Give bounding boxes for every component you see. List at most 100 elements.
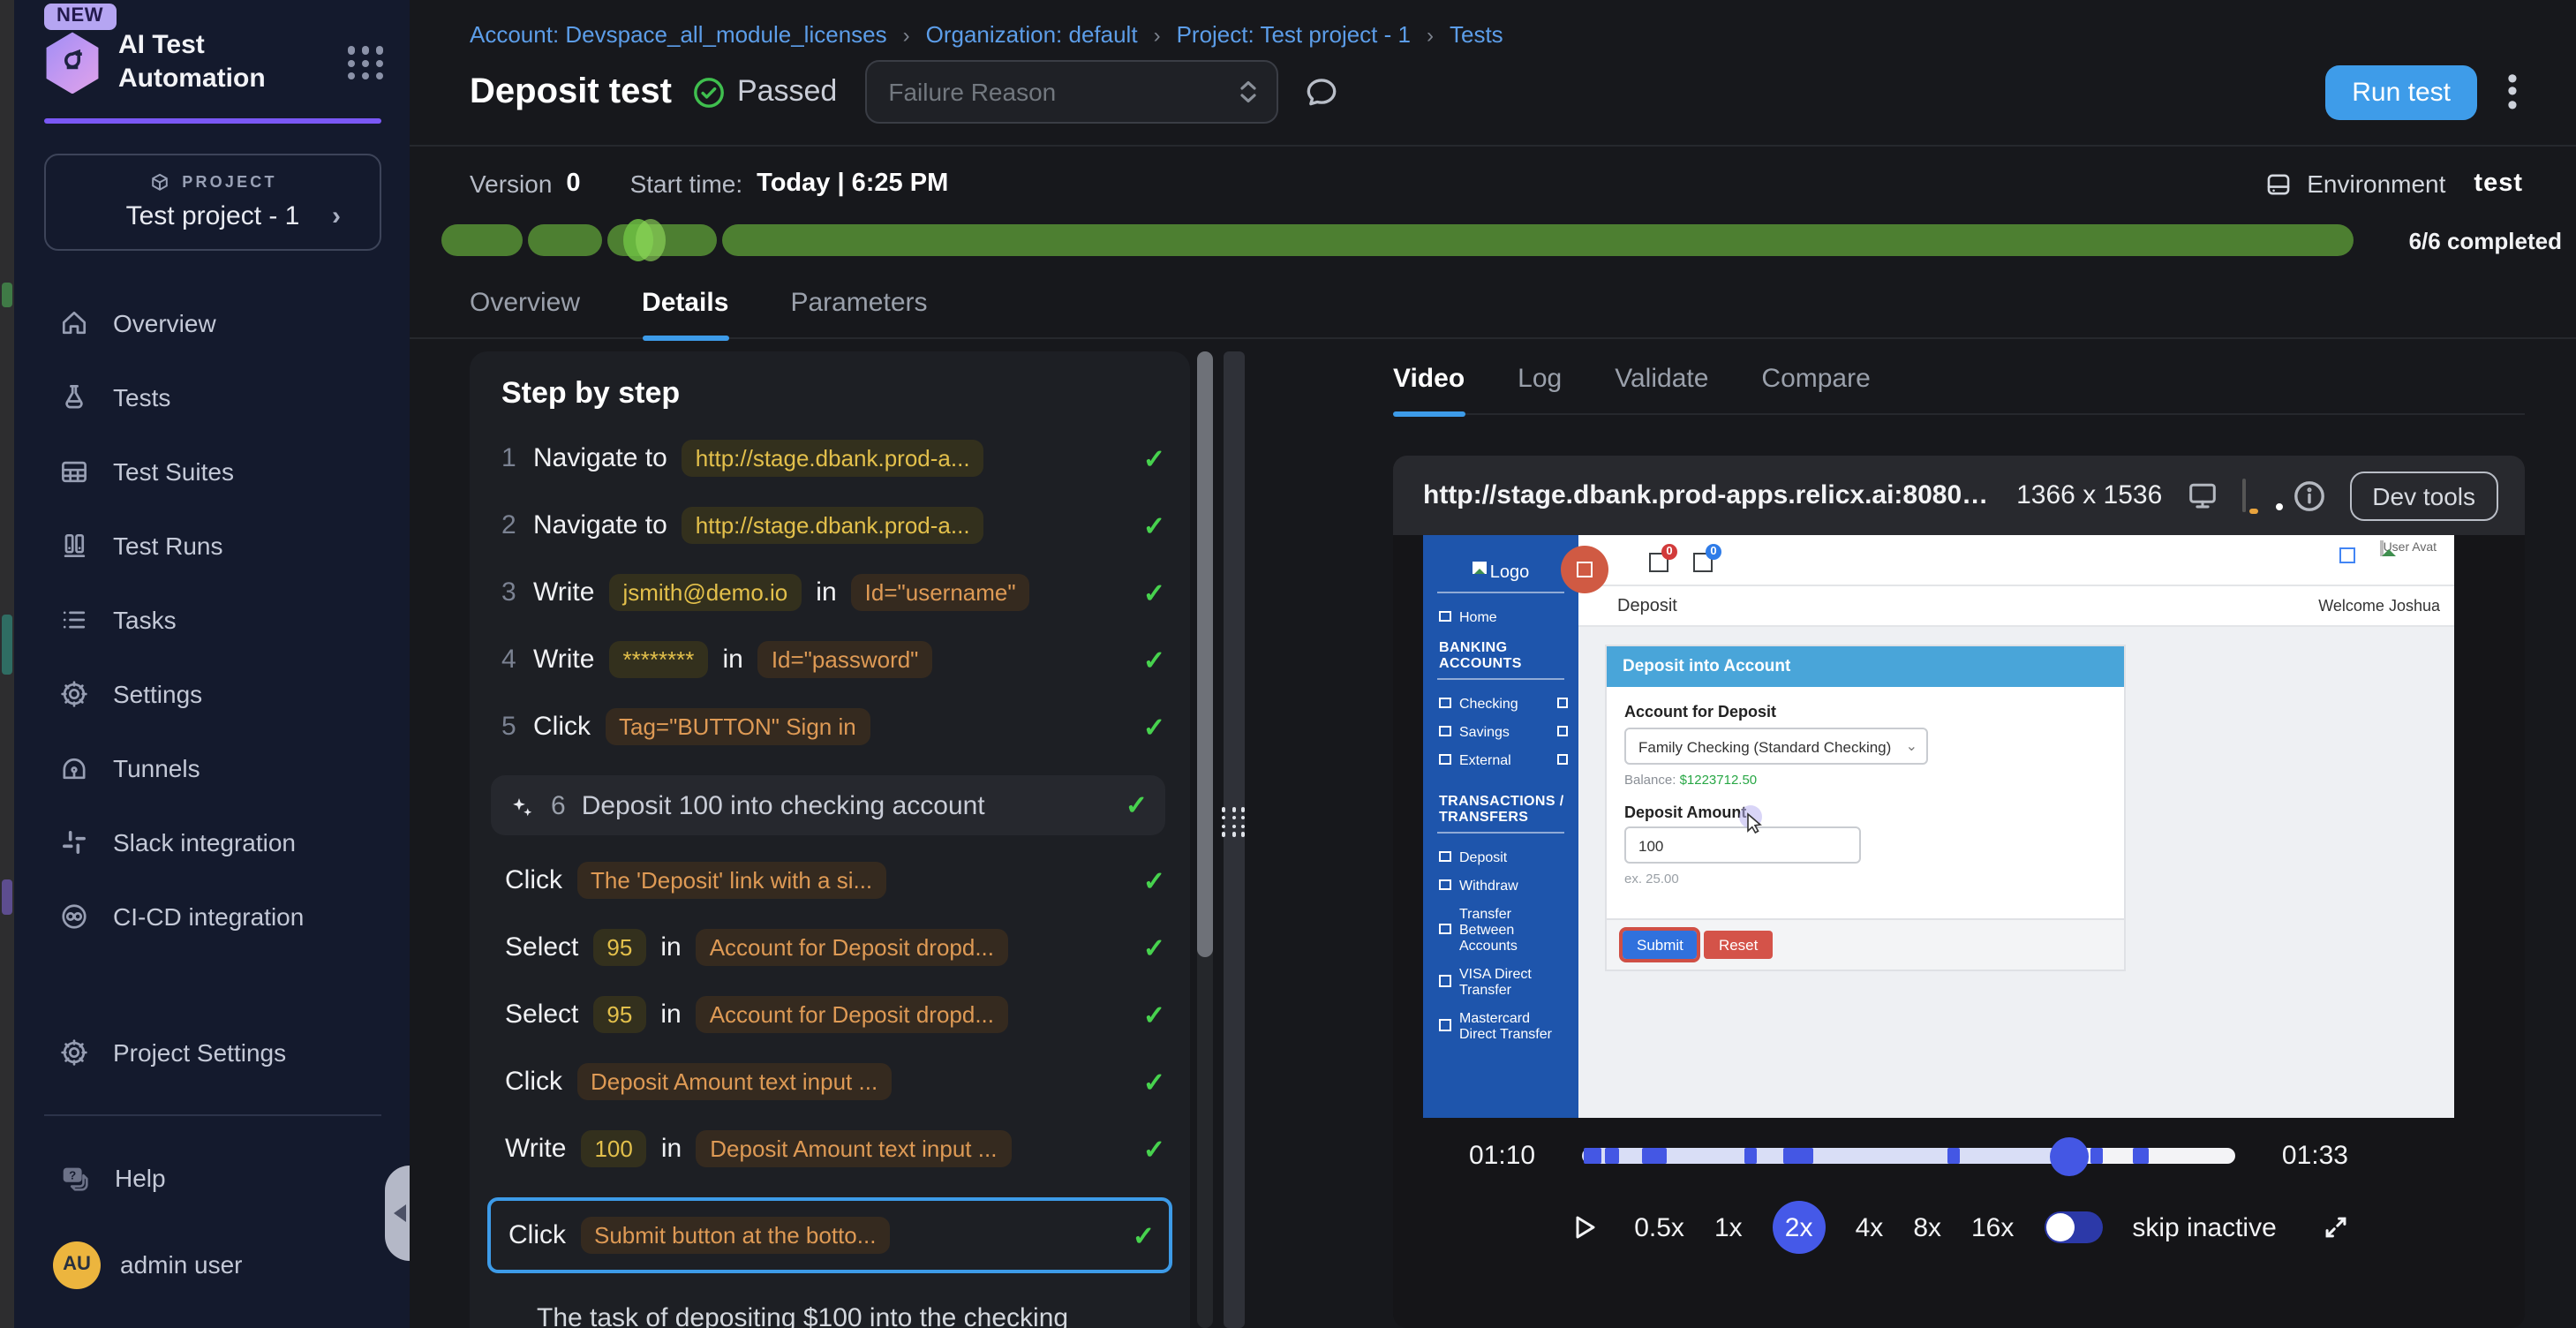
timeline-activity-marker[interactable] (1641, 1148, 1667, 1164)
timeline-activity-marker[interactable] (1744, 1148, 1758, 1164)
check-icon: ✓ (1143, 509, 1165, 541)
step-row-3[interactable]: 3 Write jsmith@demo.io in Id="username" … (501, 574, 1165, 611)
speed-16x[interactable]: 16x (1971, 1212, 2014, 1242)
step-progress-bar[interactable] (441, 224, 2354, 256)
timeline-activity-marker[interactable] (1947, 1148, 1961, 1164)
sidebar-item-test-runs[interactable]: Test Runs (14, 508, 410, 582)
project-selector[interactable]: PROJECT Test project - 1 › (44, 153, 381, 250)
sidebar-item-label: CI-CD integration (113, 902, 304, 930)
run-meta-row: Version 0 Start time: Today | 6:25 PM En… (410, 147, 2576, 221)
skip-inactive-toggle[interactable] (2044, 1211, 2102, 1243)
sidebar-item-cicd-integration[interactable]: CI-CD integration (14, 879, 410, 953)
tab-log[interactable]: Log (1518, 364, 1562, 413)
tab-compare[interactable]: Compare (1761, 364, 1870, 413)
speed-4x[interactable]: 4x (1856, 1212, 1884, 1242)
bank-nav-transfer: Transfer Between Accounts (1423, 899, 1578, 959)
play-icon[interactable] (1565, 1210, 1601, 1245)
timeline-activity-marker[interactable] (2133, 1148, 2150, 1164)
sidebar-collapse-handle[interactable] (385, 1166, 410, 1261)
main-tabs: Overview Details Parameters (410, 256, 2576, 339)
run-test-button[interactable]: Run test (2325, 64, 2477, 119)
failure-reason-select[interactable]: Failure Reason (865, 60, 1278, 124)
substep-row-3[interactable]: Select 95 in Account for Deposit dropd..… (505, 996, 1165, 1033)
app-video-frame[interactable]: Logo Home BANKING ACCOUNTS Checking Savi… (1423, 535, 2454, 1118)
speed-2x[interactable]: 2x (1773, 1201, 1826, 1254)
substep-row-2[interactable]: Select 95 in Account for Deposit dropd..… (505, 929, 1165, 966)
tab-details[interactable]: Details (642, 288, 728, 337)
step-group-header[interactable]: 6 Deposit 100 into checking account ✓ (491, 775, 1165, 835)
breadcrumb: Account: Devspace_all_module_licenses› O… (470, 21, 2523, 48)
substep-row-6[interactable]: Click Submit button at the botto... ✓ (508, 1217, 1155, 1254)
timeline-activity-marker[interactable] (1783, 1148, 1813, 1164)
bank-user-avatar-broken: User Avat (2380, 540, 2437, 556)
app-logo-icon (44, 33, 101, 94)
tab-video[interactable]: Video (1393, 364, 1465, 413)
scrollbar-thumb[interactable] (1197, 351, 1213, 957)
video-stage: Logo Home BANKING ACCOUNTS Checking Savi… (1393, 535, 2525, 1328)
columns-icon (58, 529, 90, 561)
steps-heading: Step by step (501, 376, 1165, 411)
sidebar-item-label: Project Settings (113, 1038, 286, 1067)
gear-icon (58, 677, 90, 709)
kebab-menu-icon[interactable]: ••• (2502, 72, 2523, 112)
bank-section-header: BANKING ACCOUNTS (1423, 630, 1578, 675)
comment-icon[interactable] (1303, 73, 1340, 110)
progress-segment[interactable] (441, 224, 523, 256)
timeline-activity-marker[interactable] (1605, 1148, 1619, 1164)
step-target-chip: Id="password" (757, 641, 933, 678)
sidebar-item-tests[interactable]: Tests (14, 359, 410, 434)
tab-overview[interactable]: Overview (470, 288, 580, 337)
steps-scrollbar[interactable] (1197, 351, 1213, 1328)
progress-segment[interactable] (607, 224, 717, 256)
sidebar-item-project-settings[interactable]: Project Settings (14, 1015, 410, 1090)
breadcrumb-tests[interactable]: Tests (1450, 21, 1503, 48)
breadcrumb-account[interactable]: Account: Devspace_all_module_licenses (470, 21, 887, 48)
bank-nav-withdraw: Withdraw (1423, 871, 1578, 899)
sidebar-item-tasks[interactable]: Tasks (14, 582, 410, 656)
progress-segment[interactable] (528, 224, 602, 256)
step-by-step-panel: Step by step 1 Navigate to http://stage.… (470, 351, 1190, 1328)
timeline-track[interactable] (1581, 1148, 2236, 1164)
bank-card-title: Deposit into Account (1607, 646, 2124, 687)
step-row-1[interactable]: 1 Navigate to http://stage.dbank.prod-a.… (501, 440, 1165, 477)
tab-validate[interactable]: Validate (1615, 364, 1708, 413)
playhead[interactable] (2050, 1136, 2089, 1175)
breadcrumb-project[interactable]: Project: Test project - 1 (1177, 21, 1411, 48)
sidebar-item-help[interactable]: ? Help (14, 1141, 410, 1215)
substep-row-1[interactable]: Click The 'Deposit' link with a si... ✓ (505, 862, 1165, 899)
timeline-activity-marker[interactable] (2090, 1148, 2103, 1164)
panel-resize-handle[interactable] (1224, 351, 1245, 1328)
sidebar-item-settings[interactable]: Settings (14, 656, 410, 730)
info-icon[interactable] (2291, 478, 2326, 513)
tab-parameters[interactable]: Parameters (790, 288, 927, 337)
sidebar-item-overview[interactable]: Overview (14, 285, 410, 359)
step-row-5[interactable]: 5 Click Tag="BUTTON" Sign in ✓ (501, 708, 1165, 745)
cube-icon (148, 170, 171, 193)
tunnel-icon (58, 751, 90, 783)
record-indicator (1561, 546, 1608, 593)
sidebar-item-label: Help (115, 1164, 166, 1192)
version-label: Version (470, 170, 552, 198)
timeline-activity-marker[interactable] (1585, 1148, 1601, 1164)
speed-0-5x[interactable]: 0.5x (1634, 1212, 1684, 1242)
sidebar-item-slack-integration[interactable]: Slack integration (14, 804, 410, 879)
step-target-chip: Account for Deposit dropd... (696, 996, 1008, 1033)
sidebar-item-tunnels[interactable]: Tunnels (14, 730, 410, 804)
progress-segment[interactable] (722, 224, 2354, 256)
breadcrumb-organization[interactable]: Organization: default (926, 21, 1138, 48)
speed-8x[interactable]: 8x (1913, 1212, 1941, 1242)
app-switcher-icon[interactable] (348, 46, 385, 79)
sidebar-item-test-suites[interactable]: Test Suites (14, 434, 410, 508)
user-menu[interactable]: AU admin user (14, 1226, 410, 1303)
check-icon: ✓ (1143, 999, 1165, 1030)
step-row-2[interactable]: 2 Navigate to http://stage.dbank.prod-a.… (501, 507, 1165, 544)
dev-tools-button[interactable]: Dev tools (2349, 471, 2498, 520)
video-controls: 0.5x 1x 2x 4x 8x 16x skip inactive (1393, 1201, 2525, 1254)
substep-row-5[interactable]: Write 100 in Deposit Amount text input .… (505, 1130, 1165, 1167)
video-player: http://stage.dbank.prod-apps.relicx.ai:8… (1393, 456, 2525, 1328)
substep-row-4[interactable]: Click Deposit Amount text input ... ✓ (505, 1063, 1165, 1100)
speed-1x[interactable]: 1x (1714, 1212, 1743, 1242)
selected-substep[interactable]: Click Submit button at the botto... ✓ (487, 1197, 1172, 1273)
fullscreen-icon[interactable] (2321, 1211, 2353, 1243)
step-row-4[interactable]: 4 Write ******** in Id="password" ✓ (501, 641, 1165, 678)
